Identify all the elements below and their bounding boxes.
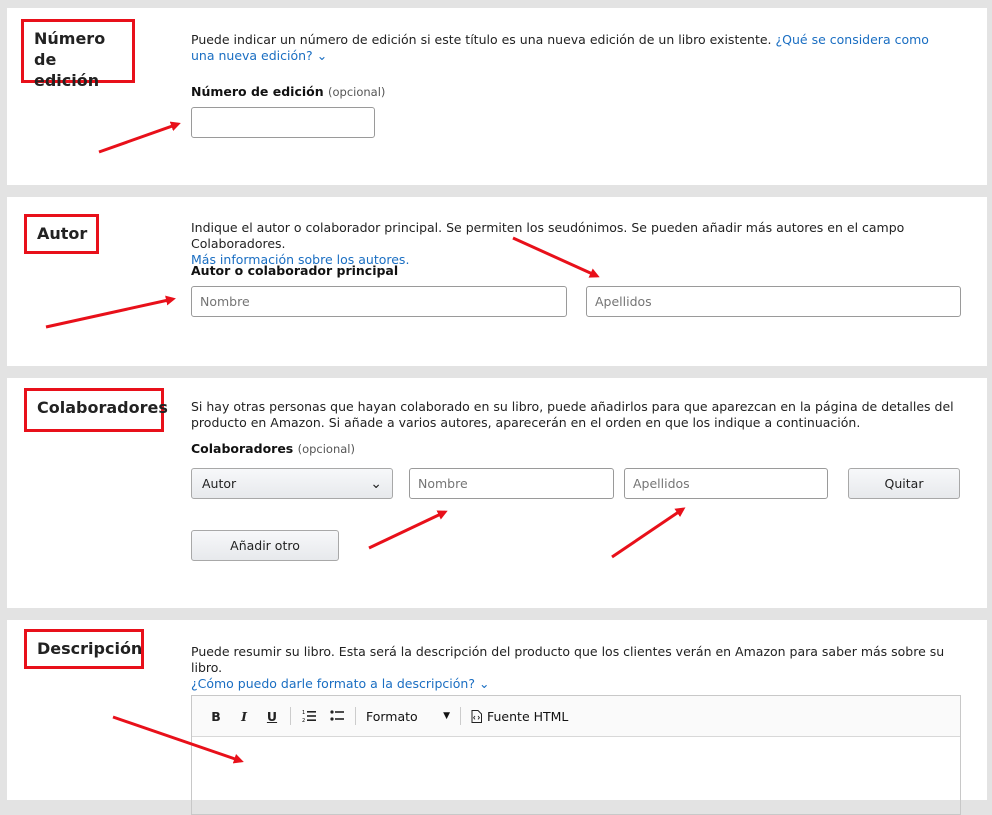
edition-description-text: Puede indicar un número de edición si es… [191, 32, 772, 47]
edition-heading: Número de edición [21, 19, 135, 90]
html-source-label: Fuente HTML [487, 708, 569, 724]
svg-text:2: 2 [302, 718, 305, 723]
author-description-text: Indique el autor o colaborador principal… [191, 220, 905, 251]
edition-section: Número de edición Puede indicar un númer… [7, 8, 987, 185]
chevron-down-icon: ⌄ [370, 475, 382, 492]
edition-field-label-text: Número de edición [191, 84, 324, 99]
description-help-link-text[interactable]: ¿Cómo puedo darle formato a la descripci… [191, 676, 475, 691]
contributor-first-name-input[interactable] [409, 468, 614, 499]
format-dropdown[interactable]: Formato ▼ [360, 709, 456, 724]
italic-icon[interactable]: I [230, 702, 258, 730]
toolbar-divider [355, 707, 356, 725]
edition-number-input[interactable] [191, 107, 375, 138]
toolbar-divider [460, 707, 461, 725]
author-first-name-input[interactable] [191, 286, 567, 317]
edition-description: Puede indicar un número de edición si es… [191, 32, 951, 64]
chevron-down-icon: ⌄ [478, 676, 490, 691]
description-section: Descripción Puede resumir su libro. Esta… [7, 620, 987, 815]
description-text-body: Puede resumir su libro. Esta será la des… [191, 644, 945, 675]
chevron-down-icon: ⌄ [316, 48, 328, 63]
contributor-last-name-input[interactable] [624, 468, 828, 499]
editor-toolbar: B I U 12 Formato ▼ Fuente HTML [192, 696, 960, 737]
numbered-list-icon[interactable]: 12 [295, 702, 323, 730]
author-section: Autor Indique el autor o colaborador pri… [7, 197, 987, 366]
contributors-field-label: Colaboradores (opcional) [191, 441, 355, 456]
contributors-description: Si hay otras personas que hayan colabora… [191, 399, 954, 430]
edition-optional-text: (opcional) [328, 85, 386, 99]
bullet-list-icon[interactable] [323, 702, 351, 730]
contributor-role-value: Autor [202, 476, 237, 491]
caret-down-icon: ▼ [443, 711, 450, 721]
description-text: Puede resumir su libro. Esta será la des… [191, 644, 961, 692]
toolbar-divider [290, 707, 291, 725]
bold-icon[interactable]: B [202, 702, 230, 730]
svg-text:1: 1 [302, 710, 305, 716]
code-file-icon [471, 709, 482, 723]
contributors-optional-text: (opcional) [297, 442, 355, 456]
underline-icon[interactable]: U [258, 702, 286, 730]
contributors-field-label-text: Colaboradores [191, 441, 294, 456]
contributors-heading: Colaboradores [24, 388, 168, 432]
format-dropdown-label: Formato [366, 708, 418, 724]
description-heading: Descripción [24, 629, 144, 669]
html-source-button[interactable]: Fuente HTML [465, 709, 574, 724]
edition-field-label: Número de edición (opcional) [191, 84, 385, 99]
author-field-label: Autor o colaborador principal [191, 263, 399, 278]
author-heading: Autor [24, 214, 99, 254]
contributors-section: Colaboradores Si hay otras personas que … [7, 378, 987, 608]
description-help-link[interactable]: ¿Cómo puedo darle formato a la descripci… [191, 676, 489, 691]
add-contributor-button[interactable]: Añadir otro [191, 530, 339, 561]
contributor-role-select[interactable]: Autor ⌄ [191, 468, 393, 499]
contributor-remove-button[interactable]: Quitar [848, 468, 960, 499]
author-last-name-input[interactable] [586, 286, 961, 317]
author-description: Indique el autor o colaborador principal… [191, 220, 961, 268]
description-editor: B I U 12 Formato ▼ Fuente HTML [191, 695, 961, 815]
